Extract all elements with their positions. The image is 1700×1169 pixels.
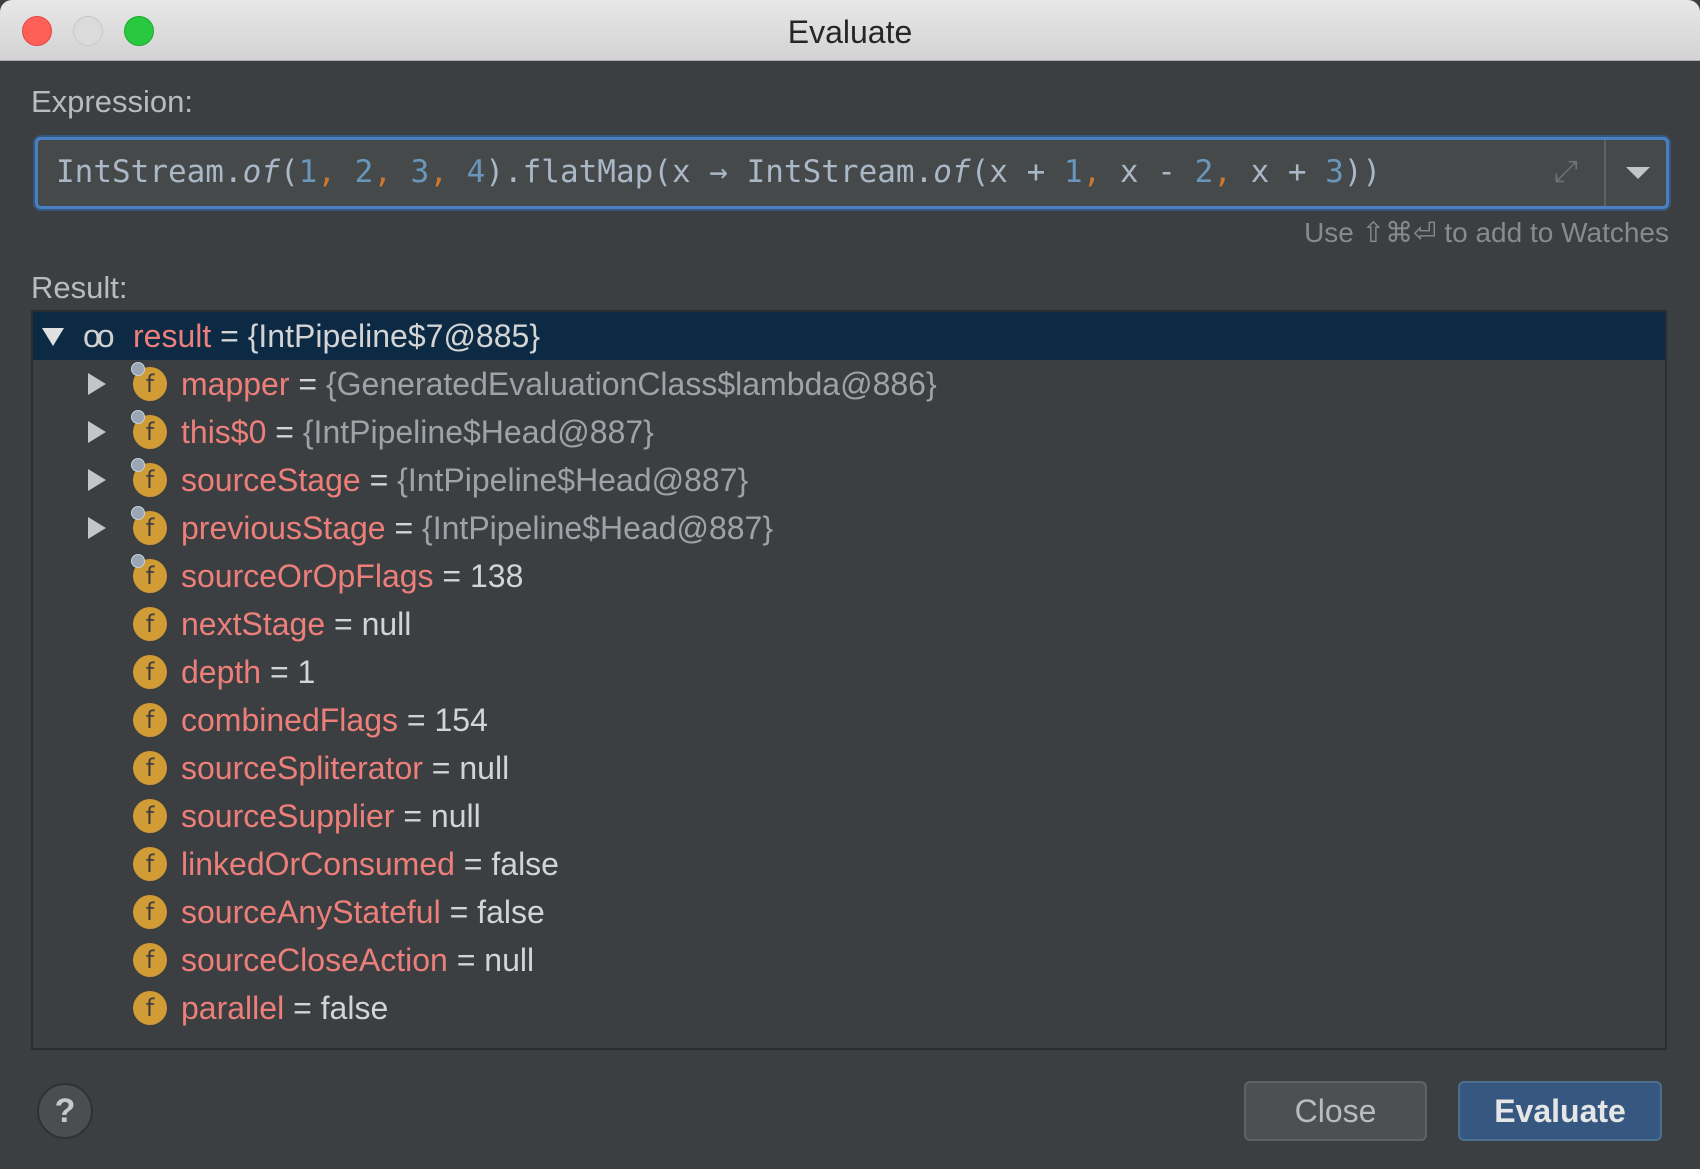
dropdown-divider (1604, 140, 1606, 206)
field-eq: = (398, 702, 435, 738)
field-value: 138 (470, 558, 524, 594)
title-bar[interactable]: Evaluate (0, 0, 1700, 61)
field-value: {IntPipeline$Head@887} (422, 510, 774, 546)
tree-row[interactable]: f sourceAnyStateful = false (33, 888, 1665, 936)
tree-row[interactable]: f linkedOrConsumed = false (33, 840, 1665, 888)
tree-row[interactable]: f sourceOrOpFlags = 138 (33, 552, 1665, 600)
field-name: nextStage (181, 606, 326, 642)
field-name: linkedOrConsumed (181, 846, 455, 882)
expand-arrow-icon[interactable] (88, 469, 106, 491)
watch-icon: oo (83, 318, 115, 354)
expression-text[interactable]: IntStream.of(1, 2, 3, 4).flatMap(x → Int… (56, 154, 1381, 190)
collapse-arrow-icon[interactable] (42, 328, 64, 346)
tree-row[interactable]: f parallel = false (33, 984, 1665, 1032)
field-value: false (477, 894, 545, 930)
tree-row[interactable]: f sourceSupplier = null (33, 792, 1665, 840)
field-eq: = (447, 942, 485, 978)
result-label: Result: (31, 270, 128, 305)
result-tree[interactable]: oo result = {IntPipeline$7@885} f mapper… (31, 310, 1667, 1050)
field-icon: f (133, 607, 167, 641)
field-eq: = (266, 414, 303, 450)
tree-row[interactable]: f sourceCloseAction = null (33, 936, 1665, 984)
root-value: {IntPipeline$7@885} (247, 318, 540, 354)
field-value: null (430, 798, 481, 834)
field-eq: = (261, 654, 298, 690)
field-name: sourceOrOpFlags (181, 558, 434, 594)
field-eq: = (360, 462, 398, 498)
field-name: depth (181, 654, 262, 690)
expand-arrow-icon[interactable] (88, 517, 106, 539)
field-value: null (459, 750, 510, 786)
add-to-watches-hint: Use ⇧⌘⏎ to add to Watches (1304, 217, 1669, 248)
field-icon: f (133, 847, 167, 881)
field-eq: = (284, 990, 321, 1026)
field-eq: = (325, 606, 362, 642)
field-icon: f (133, 895, 167, 929)
field-name: parallel (181, 990, 285, 1026)
field-name: this$0 (181, 414, 267, 450)
tree-row[interactable]: f depth = 1 (33, 648, 1665, 696)
tree-row[interactable]: f previousStage = {IntPipeline$Head@887} (33, 504, 1665, 552)
tree-row[interactable]: f sourceStage = {IntPipeline$Head@887} (33, 456, 1665, 504)
field-name: previousStage (181, 510, 386, 546)
expression-input[interactable]: IntStream.of(1, 2, 3, 4).flatMap(x → Int… (35, 137, 1669, 209)
tree-row[interactable]: f this$0 = {IntPipeline$Head@887} (33, 408, 1665, 456)
expand-arrow-icon[interactable] (88, 373, 106, 395)
tree-row[interactable]: f combinedFlags = 154 (33, 696, 1665, 744)
field-icon: f (133, 751, 167, 785)
field-icon: f (133, 703, 167, 737)
field-value: {IntPipeline$Head@887} (397, 462, 749, 498)
chevron-down-icon (1626, 167, 1650, 179)
field-value: null (484, 942, 535, 978)
field-value: {GeneratedEvaluationClass$lambda@886} (325, 366, 937, 402)
field-value: 154 (434, 702, 488, 738)
field-value: 1 (297, 654, 316, 690)
root-eq: = (211, 318, 248, 354)
expression-history-dropdown[interactable] (1608, 140, 1666, 206)
field-name: sourceSupplier (181, 798, 395, 834)
final-badge-icon (131, 410, 145, 424)
field-eq: = (440, 894, 478, 930)
field-eq: = (289, 366, 326, 402)
field-name: combinedFlags (181, 702, 398, 738)
tree-row[interactable]: f sourceSpliterator = null (33, 744, 1665, 792)
expression-label: Expression: (31, 84, 193, 119)
field-value: false (491, 846, 559, 882)
tree-row-result[interactable]: oo result = {IntPipeline$7@885} (33, 312, 1665, 360)
field-value: {IntPipeline$Head@887} (302, 414, 654, 450)
field-eq: = (394, 798, 431, 834)
field-eq: = (433, 558, 470, 594)
field-eq: = (422, 750, 460, 786)
expand-icon[interactable]: ⤢ (1548, 154, 1584, 190)
field-icon: f (133, 991, 167, 1025)
help-button[interactable]: ? (37, 1083, 93, 1139)
final-badge-icon (131, 458, 145, 472)
window-title: Evaluate (787, 14, 913, 50)
field-name: sourceStage (181, 462, 361, 498)
field-eq: = (385, 510, 423, 546)
field-name: sourceSpliterator (181, 750, 423, 786)
tree-row[interactable]: f mapper = {GeneratedEvaluationClass$lam… (33, 360, 1665, 408)
field-value: null (361, 606, 412, 642)
evaluate-button[interactable]: Evaluate (1458, 1081, 1662, 1141)
evaluate-dialog: Evaluate Expression: IntStream.of(1, 2, … (0, 0, 1700, 1169)
tree-row[interactable]: f nextStage = null (33, 600, 1665, 648)
final-badge-icon (131, 554, 145, 568)
field-icon: f (133, 943, 167, 977)
expand-arrow-icon[interactable] (88, 421, 106, 443)
final-badge-icon (131, 362, 145, 376)
final-badge-icon (131, 506, 145, 520)
field-eq: = (454, 846, 492, 882)
root-name: result (133, 318, 212, 354)
field-name: sourceAnyStateful (181, 894, 441, 930)
field-value: false (320, 990, 389, 1026)
field-name: sourceCloseAction (181, 942, 448, 978)
field-name: mapper (181, 366, 290, 402)
field-icon: f (133, 655, 167, 689)
field-icon: f (133, 799, 167, 833)
close-button[interactable]: Close (1244, 1081, 1427, 1141)
